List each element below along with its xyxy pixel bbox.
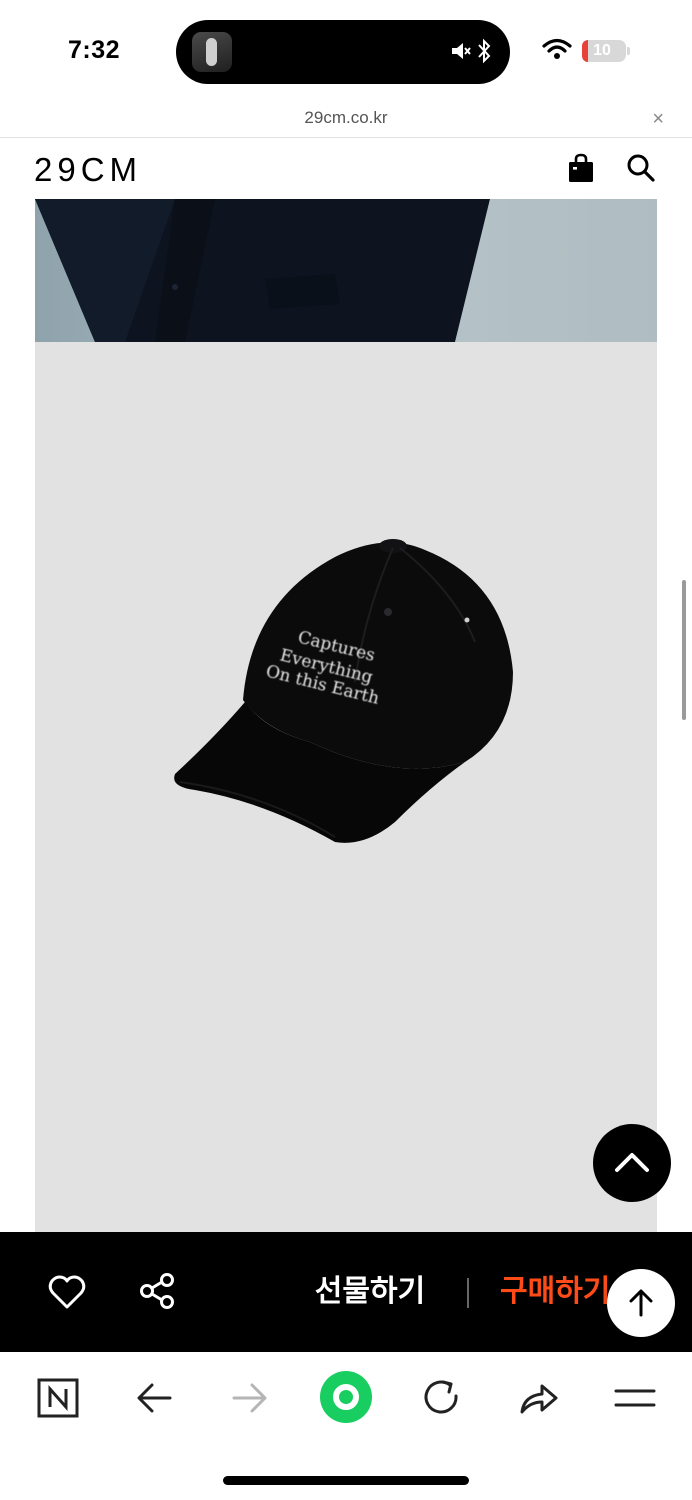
shopping-bag-icon[interactable] [566,153,596,183]
wifi-icon [542,38,572,59]
battery-icon: 10 [582,40,630,62]
scroll-to-top-button[interactable] [607,1269,675,1337]
purchase-action-bar: 선물하기 구매하기 [0,1232,692,1352]
product-photo-cap: Captures Everything On this Earth [35,342,657,1232]
dynamic-island[interactable] [176,20,510,84]
url-bar[interactable]: 29cm.co.kr × [0,100,692,138]
green-dot-icon[interactable] [317,1368,375,1426]
back-arrow-icon[interactable] [128,1372,180,1424]
product-photo-jacket [35,199,657,342]
close-icon[interactable]: × [652,108,664,131]
home-indicator[interactable] [223,1476,469,1485]
scrollbar[interactable] [682,580,686,720]
island-status-icons [450,38,492,64]
arrow-up-icon [629,1289,653,1317]
status-bar: 7:32 10 [0,0,692,100]
share-arrow-icon[interactable] [512,1372,564,1424]
site-header: 29CM [0,139,692,199]
bluetooth-icon [478,38,491,64]
site-logo[interactable]: 29CM [34,151,142,189]
status-time: 7:32 [68,36,121,64]
url-text[interactable]: 29cm.co.kr [0,108,692,128]
forward-arrow-icon[interactable] [224,1372,276,1424]
search-icon[interactable] [626,153,656,183]
muted-speaker-icon [452,43,471,59]
cap-illustration: Captures Everything On this Earth [174,539,513,843]
gift-button[interactable]: 선물하기 [300,1268,440,1316]
jacket-illustration [35,199,657,342]
heart-icon[interactable] [48,1274,86,1310]
menu-icon[interactable] [608,1372,660,1424]
refresh-icon[interactable] [416,1372,468,1424]
share-icon[interactable] [138,1272,176,1310]
action-divider [467,1278,469,1308]
naver-n-icon[interactable] [32,1372,84,1424]
now-playing-thumbnail [192,32,232,72]
scroll-up-button[interactable] [593,1124,671,1202]
battery-level: 10 [593,42,611,59]
chevron-up-icon [615,1153,649,1172]
